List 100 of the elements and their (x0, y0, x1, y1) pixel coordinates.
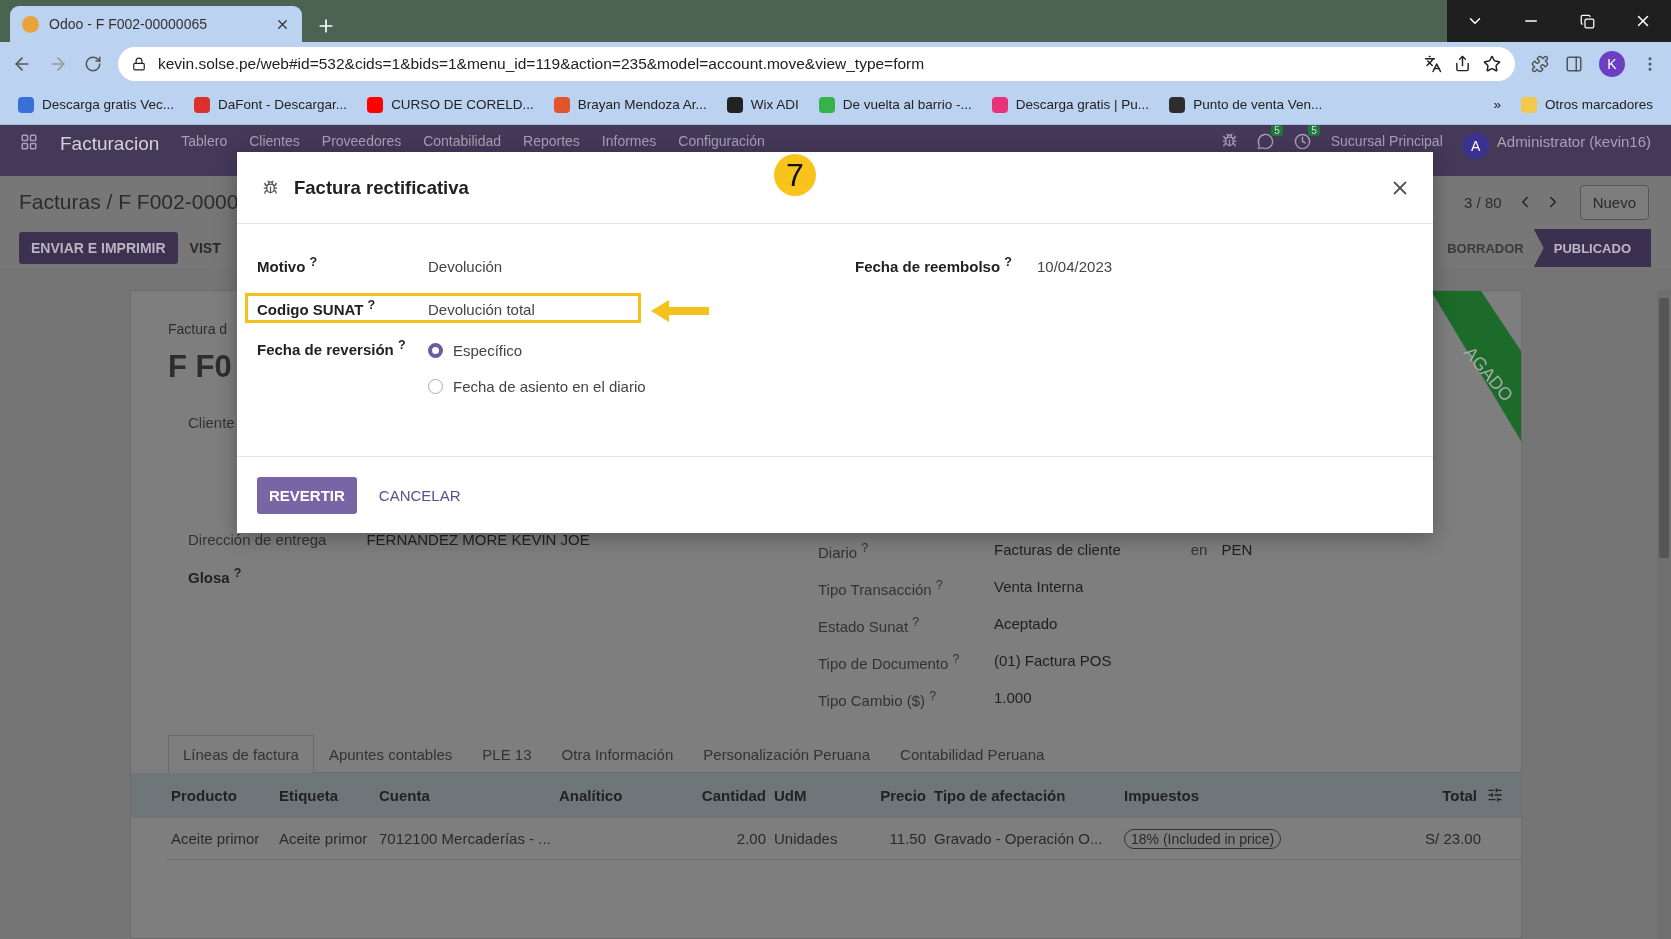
clock-icon[interactable] (1293, 133, 1311, 150)
column-header[interactable]: Tipo de afectación (934, 787, 1066, 804)
notebook-tab[interactable]: Líneas de factura (168, 735, 314, 773)
dialog-title: Factura rectificativa (294, 176, 469, 199)
field-label: Tipo Cambio ($) $^{?}$ (818, 689, 938, 709)
bug-icon[interactable] (1221, 133, 1237, 148)
field-label: Diario $^{?}$ (818, 541, 870, 561)
notebook-tab[interactable]: Contabilidad Peruana (885, 735, 1060, 773)
pager: 3 / 80 (1464, 193, 1502, 211)
chat-icon[interactable] (1256, 133, 1274, 150)
bookmark[interactable]: Brayan Mendoza Ar... (577, 97, 707, 112)
folder-icon (1520, 96, 1537, 113)
bug-icon[interactable] (263, 180, 278, 195)
menu-item[interactable]: Proveedores (321, 133, 402, 149)
lock-icon (132, 56, 146, 71)
cancel-button[interactable]: CANCELAR (372, 485, 467, 505)
branch-name[interactable]: Sucursal Principal (1330, 133, 1443, 149)
column-settings-icon[interactable] (1487, 787, 1503, 803)
field-value: FERNANDEZ MORE KEVIN JOE (366, 531, 590, 548)
column-header[interactable]: Impuestos (1124, 787, 1199, 804)
field-value: 1.000 (994, 689, 1033, 708)
column-header[interactable]: Cantidad (701, 787, 766, 804)
star-icon[interactable] (1483, 54, 1501, 73)
menu-item[interactable]: Clientes (249, 133, 300, 149)
field-value[interactable]: 10/04/2023 (1037, 258, 1433, 275)
column-header[interactable]: Etiqueta (279, 787, 339, 804)
user-avatar[interactable]: A (1462, 133, 1489, 159)
table-cell: 2.00 (690, 818, 770, 860)
field-value[interactable]: Devolución (428, 258, 629, 275)
new-button[interactable]: Nuevo (1579, 184, 1649, 220)
share-icon[interactable] (1454, 55, 1471, 72)
column-header[interactable]: Total (1442, 787, 1477, 804)
radio-icon[interactable] (428, 379, 443, 394)
side-panel-icon[interactable] (1565, 54, 1583, 73)
document-type: Factura d (168, 321, 228, 337)
reload-icon[interactable] (84, 54, 102, 73)
menu-item[interactable]: Tablero (181, 133, 228, 149)
menu-item[interactable]: Informes (601, 133, 657, 149)
notebook-tab[interactable]: PLE 13 (467, 735, 547, 773)
app-name[interactable]: Facturacion (60, 133, 160, 155)
table-cell: Aceite primor (275, 818, 375, 860)
bookmark[interactable]: Descarga gratis | Pu... (1015, 97, 1150, 112)
bookmark-folder[interactable]: Otros marcadores (1544, 97, 1653, 112)
step-number: 7 (774, 154, 816, 196)
translate-icon[interactable] (1424, 54, 1442, 73)
apps-menu-icon[interactable] (20, 133, 38, 151)
menu-item[interactable]: Contabilidad (423, 133, 502, 149)
scrollbar-thumb[interactable] (1659, 298, 1669, 558)
table-cell: Unidades (770, 818, 868, 860)
notebook-tab[interactable]: Otra Información (546, 735, 689, 773)
status-step[interactable]: BORRADOR (1447, 229, 1534, 267)
puzzle-icon[interactable] (1531, 54, 1549, 73)
bookmark[interactable]: Punto de venta Ven... (1193, 97, 1323, 112)
field-value[interactable]: Devolución total (428, 301, 629, 318)
browser-tab[interactable]: Odoo - F F002-00000065 (10, 6, 302, 42)
field-label: Tipo de Documento $^{?}$ (818, 652, 961, 672)
bookmark[interactable]: De vuelta al barrio -... (842, 97, 972, 112)
field-label: Estado Sunat $^{?}$ (818, 615, 921, 635)
radio-icon[interactable] (428, 343, 443, 358)
menu-item[interactable]: Reportes (523, 133, 580, 149)
radio-option[interactable]: Fecha de asiento en el diario (428, 378, 833, 395)
arrow-icon (651, 300, 709, 322)
message-count: 5 (1271, 125, 1283, 136)
activity-count: 5 (1308, 125, 1320, 136)
address-bar[interactable]: kevin.solse.pe/web#id=532&cids=1&bids=1&menu_id=119&action=235&model=account.move&view_type=form (118, 46, 1515, 81)
table-cell: 11.50 (868, 818, 930, 860)
revert-button[interactable]: REVERTIR (257, 476, 357, 514)
field-label: Fecha de reembolso $^{?}$ (855, 255, 1013, 275)
field-label: Motivo $^{?}$ (257, 255, 319, 275)
more-bookmarks[interactable]: » (1493, 97, 1501, 112)
field-label: Tipo Transacción $^{?}$ (818, 578, 944, 598)
breadcrumb[interactable]: Facturas / F F002-0000 (19, 190, 239, 214)
field-value: Facturas de cliente (994, 541, 1121, 560)
column-header[interactable]: Analítico (559, 787, 623, 804)
notebook-tab[interactable]: Personalización Peruana (688, 735, 886, 773)
menu-item[interactable]: Configuración (678, 133, 765, 149)
send-print-button[interactable]: ENVIAR E IMPRIMIR (19, 232, 178, 264)
profile-avatar[interactable]: K (1599, 50, 1625, 77)
field-value: (01) Factura POS (994, 652, 1113, 671)
table-cell: S/ 23.00 (1300, 818, 1521, 860)
field-label: Glosa $^{?}$ (188, 566, 242, 586)
column-header[interactable]: UdM (774, 787, 807, 804)
table-cell: Aceite primor (167, 818, 275, 860)
notebook-tab[interactable]: Apuntes contables (313, 735, 468, 773)
radio-option[interactable]: Específico (428, 342, 833, 359)
field-value: Venta Interna (994, 578, 1085, 597)
column-header[interactable]: Producto (171, 787, 237, 804)
odoo-favicon-icon (22, 15, 39, 33)
view-button[interactable]: VIST (177, 232, 233, 264)
invoice-number: F F0 (168, 349, 232, 385)
user-name[interactable]: Administrator (kevin16) (1496, 133, 1651, 150)
field-label: Dirección de entrega (188, 531, 327, 548)
bookmark[interactable]: DaFont - Descargar... (218, 97, 348, 112)
bookmark[interactable]: CURSO DE CORELD... (391, 97, 534, 112)
column-header[interactable]: Cuenta (379, 787, 430, 804)
field-label: Fecha de reversión $^{?}$ (257, 338, 407, 360)
status-step[interactable]: PUBLICADO (1533, 229, 1651, 267)
column-header[interactable]: Precio (880, 787, 926, 804)
bookmark[interactable]: Wix ADI (750, 97, 799, 112)
bookmark[interactable]: Descarga gratis Vec... (42, 97, 175, 112)
